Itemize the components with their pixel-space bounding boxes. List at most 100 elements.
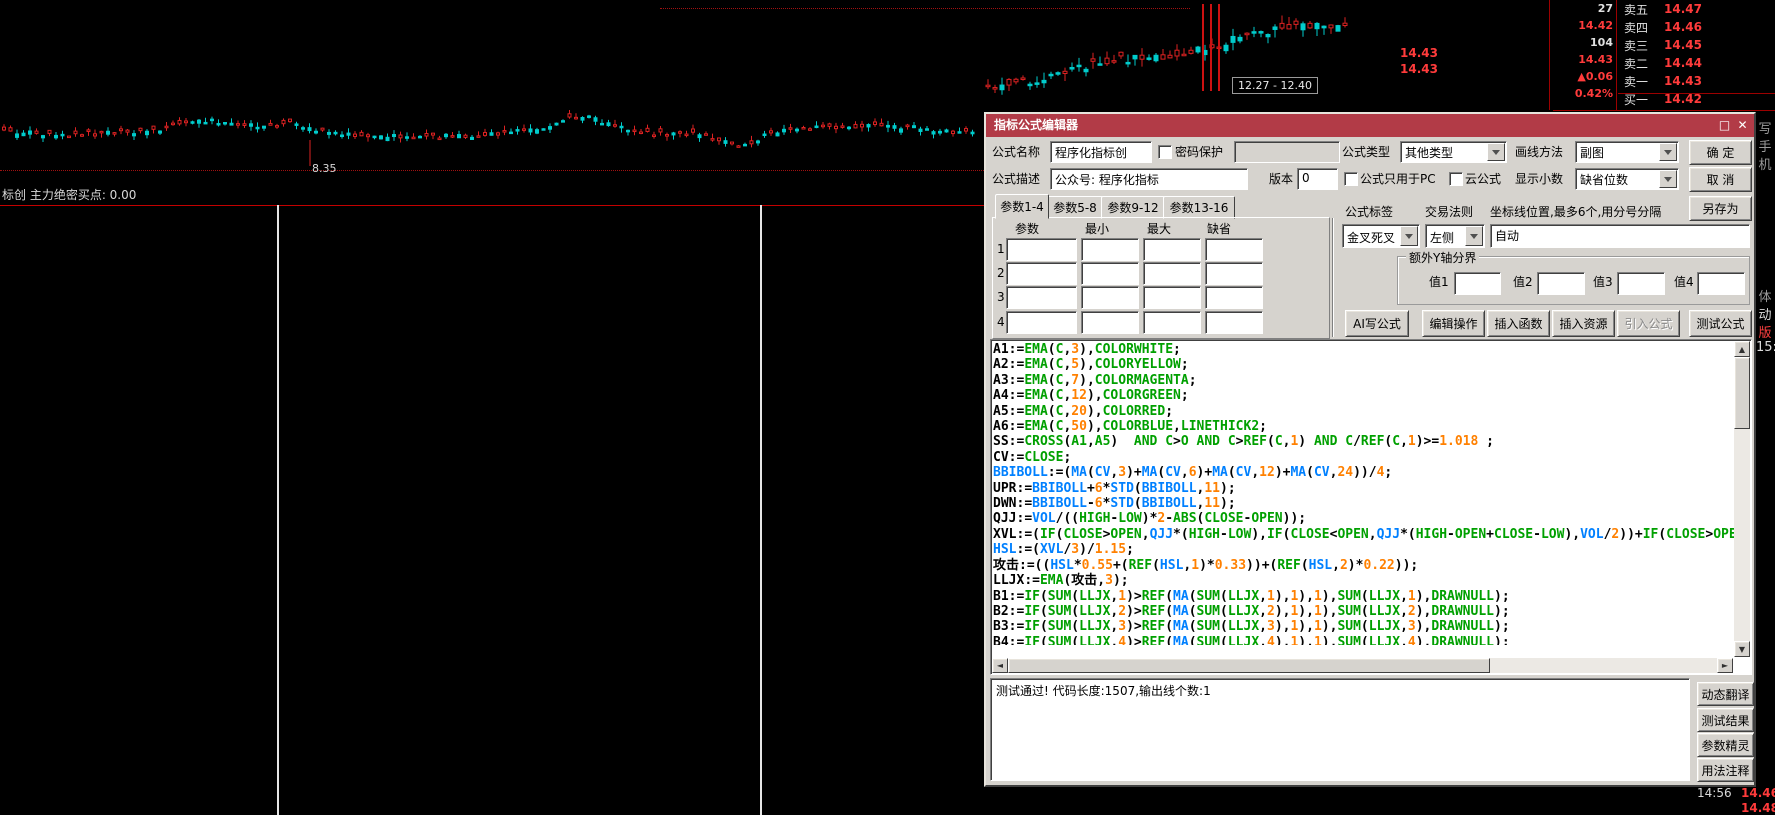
decimal-dropdown[interactable]: 缺省位数 (1575, 168, 1679, 190)
insert-function-button[interactable]: 插入函数 (1487, 310, 1550, 337)
param-input-r3c1[interactable] (1006, 286, 1077, 309)
extra-yaxis-group: 额外Y轴分界 值1 值2 值3 值4 (1397, 256, 1750, 305)
insert-resource-button[interactable]: 插入资源 (1552, 310, 1615, 337)
v4-label: 值4 (1674, 275, 1694, 289)
tag-label: 公式标签 (1345, 205, 1393, 219)
sidebar-time: 15: (1756, 340, 1774, 355)
param-input-r1c2[interactable] (1081, 238, 1139, 261)
scroll-down-icon[interactable]: ▼ (1734, 641, 1750, 657)
param-input-r2c4[interactable] (1205, 262, 1263, 285)
rule-dropdown[interactable]: 左侧 (1425, 224, 1485, 248)
chevron-down-icon[interactable] (1400, 226, 1418, 246)
formula-editor-dialog: 指标公式编辑器 □ ✕ 公式名称 程序化指标创 密码保护 公式类型 其他类型 画… (984, 112, 1756, 787)
ok-button[interactable]: 确 定 (1689, 140, 1752, 165)
drawmethod-label: 画线方法 (1515, 145, 1563, 159)
chevron-down-icon[interactable] (1487, 143, 1505, 161)
desc-label: 公式描述 (992, 172, 1040, 186)
horizontal-scrollbar[interactable]: ◄ ► (992, 658, 1733, 673)
bottom-price: 14.48 (1741, 801, 1775, 815)
chevron-down-icon[interactable] (1465, 226, 1483, 246)
dialog-titlebar[interactable]: 指标公式编辑器 □ ✕ (986, 114, 1754, 137)
chevron-down-icon[interactable] (1659, 170, 1677, 188)
param-input-r4c4[interactable] (1205, 311, 1263, 334)
v2-label: 值2 (1513, 275, 1533, 289)
v4-input[interactable] (1697, 272, 1745, 295)
param-input-r3c2[interactable] (1081, 286, 1139, 309)
type-dropdown[interactable]: 其他类型 (1400, 141, 1507, 163)
price-info-column: 2714.4210414.43▲0.060.42% (1551, 2, 1613, 104)
code-text[interactable]: A1:=EMA(C,3),COLORWHITE;A2:=EMA(C,5),COL… (993, 342, 1734, 645)
test-formula-button[interactable]: 测试公式 (1689, 310, 1752, 337)
coordline-label: 坐标线位置,最多6个,用分号分隔 (1490, 205, 1661, 219)
param-input-r2c2[interactable] (1081, 262, 1139, 285)
grid-dotted-line (0, 170, 984, 171)
price-info-value: 27 (1551, 2, 1613, 19)
v3-input[interactable] (1617, 272, 1665, 295)
param-input-r1c4[interactable] (1205, 238, 1263, 261)
desc-input[interactable]: 公众号: 程序化指标 (1050, 168, 1248, 190)
sidebar-char: 写 (1756, 118, 1774, 137)
pc-only-checkbox[interactable] (1344, 172, 1358, 186)
param-wizard-button[interactable]: 参数精灵 (1697, 733, 1754, 757)
decimal-value: 缺省位数 (1580, 171, 1628, 188)
code-line: A3:=EMA(C,7),COLORMAGENTA; (993, 373, 1734, 388)
code-line: A4:=EMA(C,12),COLORGREEN; (993, 388, 1734, 403)
param-input-r1c3[interactable] (1143, 238, 1201, 261)
param-input-r4c1[interactable] (1006, 311, 1077, 334)
formula-code-editor[interactable]: A1:=EMA(C,3),COLORWHITE;A2:=EMA(C,5),COL… (990, 339, 1752, 675)
param-input-r1c1[interactable] (1006, 238, 1077, 261)
sidebar-char: 手 (1756, 136, 1774, 155)
tab-2[interactable]: 参数5-8 (1047, 196, 1103, 219)
edit-ops-button[interactable]: 编辑操作 (1422, 310, 1485, 337)
param-table-panel: 参数最小最大缺省1234 (992, 217, 1330, 339)
code-line: BBIBOLL:=(MA(CV,3)+MA(CV,6)+MA(CV,12)+MA… (993, 465, 1734, 480)
password-checkbox[interactable] (1158, 145, 1172, 159)
price-info-value: 104 (1551, 36, 1613, 53)
import-formula-button[interactable]: 引入公式 (1617, 310, 1680, 337)
cancel-button[interactable]: 取 消 (1689, 167, 1752, 192)
usage-note-button[interactable]: 用法注释 (1697, 758, 1754, 782)
version-input[interactable]: 0 (1297, 168, 1338, 190)
sidebar-char: 动 (1756, 304, 1774, 323)
scroll-right-icon[interactable]: ► (1717, 658, 1733, 673)
scroll-left-icon[interactable]: ◄ (992, 658, 1008, 673)
code-line: B4:=IF(SUM(LLJX,4)>REF(MA(SUM(LLJX,4),1)… (993, 635, 1734, 645)
hscroll-thumb[interactable] (1008, 658, 1490, 673)
param-input-r3c4[interactable] (1205, 286, 1263, 309)
v2-input[interactable] (1537, 272, 1585, 295)
tab-4[interactable]: 参数13-16 (1163, 196, 1235, 219)
code-line: HSL:=(XVL/3)/1.15; (993, 542, 1734, 557)
price-info-value: 14.42 (1551, 19, 1613, 36)
param-input-r2c1[interactable] (1006, 262, 1077, 285)
name-input[interactable]: 程序化指标创 (1050, 141, 1152, 163)
close-icon[interactable]: ✕ (1735, 118, 1750, 133)
chevron-down-icon[interactable] (1659, 143, 1677, 161)
bottom-price: 14.46 (1741, 786, 1775, 800)
param-input-r4c2[interactable] (1081, 311, 1139, 334)
maximize-icon[interactable]: □ (1717, 118, 1732, 133)
param-input-r2c3[interactable] (1143, 262, 1201, 285)
quote-panel-bottom-line (1553, 110, 1775, 111)
scroll-up-icon[interactable]: ▲ (1734, 341, 1750, 357)
v1-input[interactable] (1454, 272, 1501, 295)
password-input[interactable] (1234, 141, 1340, 163)
vscroll-thumb[interactable] (1734, 357, 1750, 429)
param-row-number: 3 (997, 290, 1005, 304)
coordline-input[interactable]: 自动 (1490, 224, 1750, 248)
param-input-r4c3[interactable] (1143, 311, 1201, 334)
param-input-r3c3[interactable] (1143, 286, 1201, 309)
tab-1[interactable]: 参数1-4 (995, 194, 1049, 219)
status-text: 测试通过! 代码长度:1507,输出线个数:1 (996, 684, 1211, 698)
vertical-scrollbar[interactable]: ▲ ▼ (1734, 341, 1750, 657)
test-result-button[interactable]: 测试结果 (1697, 708, 1754, 732)
price-label-low: 8.35 (312, 162, 337, 175)
drawmethod-dropdown[interactable]: 副图 (1575, 141, 1679, 163)
save-as-button[interactable]: 另存为 (1689, 196, 1752, 221)
dialog-title: 指标公式编辑器 (994, 118, 1078, 132)
dynamic-translate-button[interactable]: 动态翻译 (1697, 682, 1754, 706)
cloud-checkbox[interactable] (1449, 172, 1463, 186)
param-col-header: 最大 (1147, 222, 1171, 236)
tab-3[interactable]: 参数9-12 (1101, 196, 1165, 219)
ai-write-button[interactable]: AI写公式 (1345, 310, 1409, 337)
tag-dropdown[interactable]: 金叉死叉 (1342, 224, 1420, 248)
